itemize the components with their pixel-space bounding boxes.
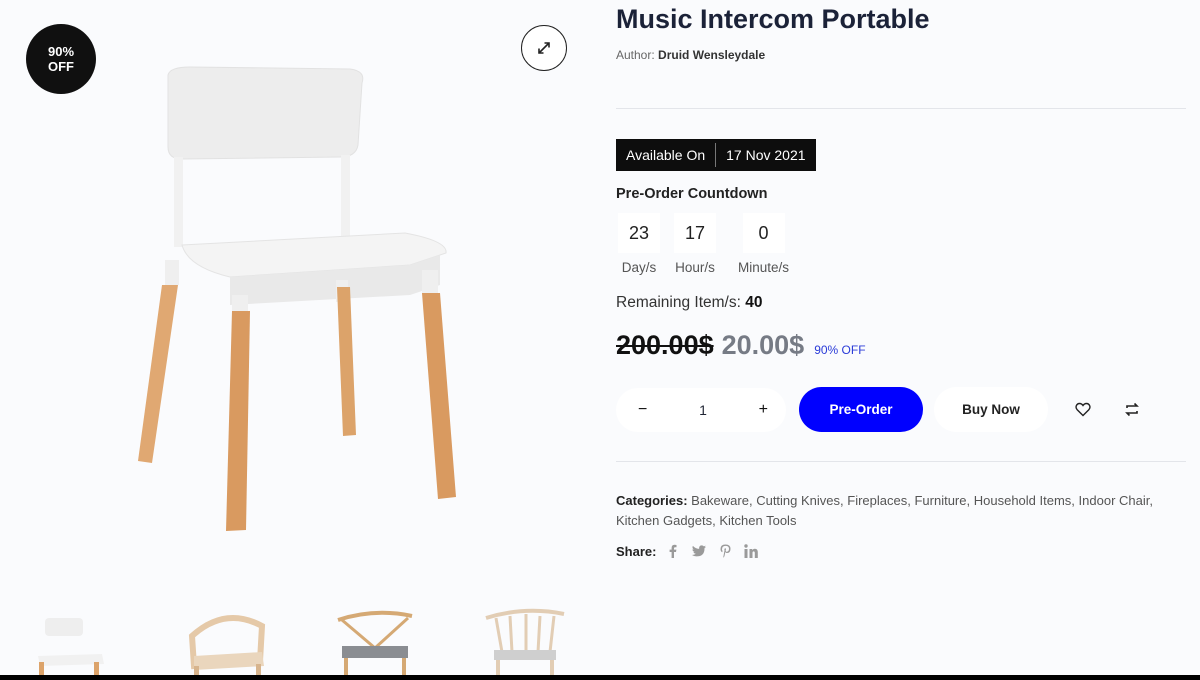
old-price: 200.00$ (616, 330, 714, 360)
countdown-title: Pre-Order Countdown (616, 186, 768, 202)
twitter-icon[interactable] (692, 543, 707, 559)
expand-icon (538, 42, 550, 54)
divider (616, 108, 1186, 109)
category-link[interactable]: Fireplaces (847, 493, 907, 508)
countdown-hours-label: Hour/s (675, 260, 715, 275)
share-label: Share: (616, 543, 657, 559)
divider (616, 461, 1186, 462)
wishlist-button[interactable] (1072, 398, 1094, 420)
discount-label: 90% OFF (814, 343, 866, 357)
thumbnail-3[interactable] (330, 606, 420, 680)
category-link[interactable]: Indoor Chair (1079, 493, 1150, 508)
price-row: 200.00$ 20.00$ 90% OFF (616, 330, 866, 361)
pinterest-icon[interactable] (718, 543, 732, 559)
product-gallery: 90% OFF (0, 0, 590, 680)
thumbnail-4[interactable] (480, 606, 570, 680)
product-author: Author: Druid Wensleydale (616, 48, 765, 62)
remaining-items: Remaining Item/s: 40 (616, 294, 762, 312)
countdown-minutes-value: 0 (742, 213, 785, 253)
heart-icon (1075, 402, 1091, 416)
countdown-days: 23 Day/s (618, 213, 660, 275)
linkedin-icon[interactable] (744, 543, 759, 559)
thumbnail-2[interactable] (180, 606, 270, 680)
countdown-minutes-label: Minute/s (738, 260, 790, 275)
product-title: Music Intercom Portable (616, 4, 930, 34)
author-label: Author: (616, 48, 655, 62)
category-link[interactable]: Household Items (974, 493, 1072, 508)
category-link[interactable]: Furniture (914, 493, 966, 508)
sale-badge-off: OFF (48, 59, 74, 74)
thumbnail-1[interactable] (30, 606, 120, 680)
quantity-increase-button[interactable]: + (759, 401, 768, 419)
countdown-hours-value: 17 (674, 213, 716, 253)
countdown-hours: 17 Hour/s (674, 213, 716, 275)
category-link[interactable]: Kitchen Gadgets (616, 513, 712, 528)
author-name[interactable]: Druid Wensleydale (658, 48, 765, 62)
sale-price: 20.00$ (721, 330, 805, 360)
remaining-value: 40 (745, 294, 763, 311)
category-link[interactable]: Cutting Knives (756, 493, 840, 508)
availability-badge: Available On 17 Nov 2021 (616, 139, 816, 171)
zoom-button[interactable] (521, 25, 567, 71)
pre-order-button[interactable]: Pre-Order (799, 387, 923, 432)
category-link[interactable]: Bakeware (691, 493, 749, 508)
countdown-days-label: Day/s (621, 260, 657, 275)
bottom-edge (0, 675, 1200, 680)
compare-icon (1125, 402, 1139, 416)
countdown-minutes: 0 Minute/s (738, 213, 789, 275)
product-image-chair (138, 66, 456, 531)
category-link[interactable]: Kitchen Tools (719, 513, 796, 528)
product-info: Music Intercom Portable Author: Druid We… (616, 0, 1186, 680)
buy-now-button[interactable]: Buy Now (934, 387, 1048, 432)
quantity-value[interactable]: 1 (699, 402, 707, 418)
availability-label: Available On (626, 147, 706, 163)
compare-button[interactable] (1121, 398, 1143, 420)
quantity-decrease-button[interactable]: − (638, 401, 647, 419)
sale-badge: 90% OFF (26, 24, 96, 94)
sale-badge-percent: 90% (47, 44, 75, 59)
quantity-stepper: − 1 + (616, 388, 786, 432)
categories-label: Categories: (616, 493, 688, 508)
facebook-icon[interactable] (666, 543, 680, 559)
countdown-days-value: 23 (618, 213, 660, 253)
product-categories: Categories: Bakeware, Cutting Knives, Fi… (616, 493, 1153, 528)
availability-date: 17 Nov 2021 (726, 147, 806, 163)
share-row: Share: (616, 543, 770, 559)
remaining-label: Remaining Item/s: (616, 294, 741, 311)
thumbnail-strip (30, 606, 590, 680)
